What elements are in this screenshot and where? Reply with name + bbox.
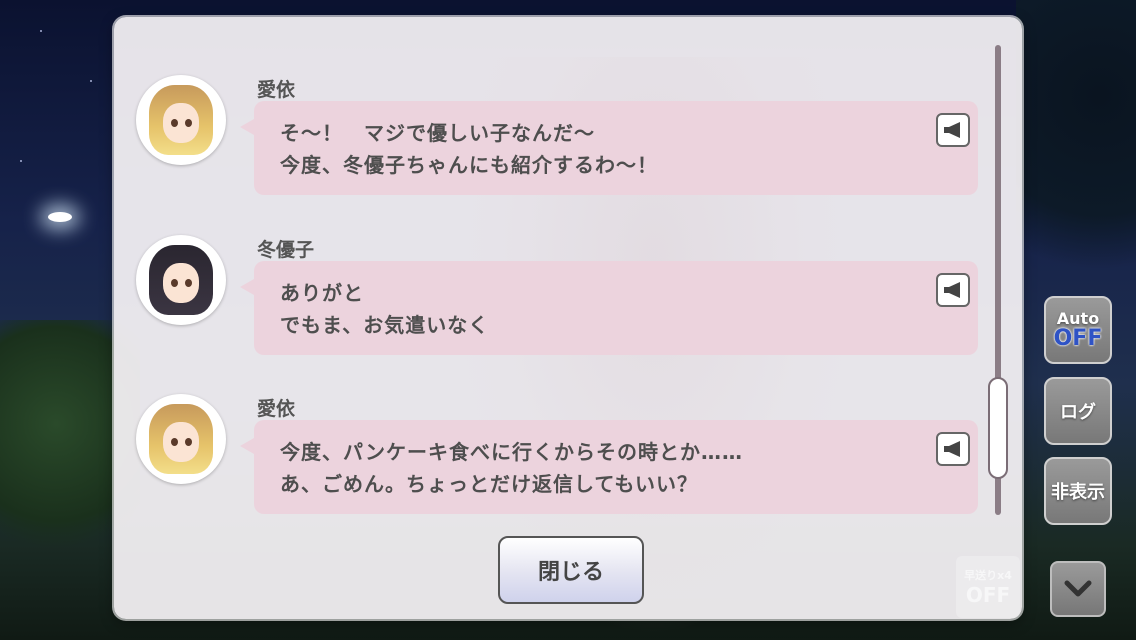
hide-button[interactable]: 非表示 [1044, 457, 1112, 525]
chevron-down-icon [1064, 580, 1092, 597]
message-log-panel: 愛依 そ～！ マジで優しい子なんだ～ 今度、冬優子ちゃんにも紹介するわ～！ 冬優… [114, 17, 1022, 637]
avatar-aoi [136, 75, 226, 165]
star [90, 80, 92, 82]
speech-bubble: 今度、パンケーキ食べに行くからその時とか…… あ、ごめん。ちょっとだけ返信しても… [240, 420, 978, 514]
log-label: ログ [1060, 402, 1096, 423]
log-entry: 愛依 今度、パンケーキ食べに行くからその時とか…… あ、ごめん。ちょっとだけ返信… [136, 394, 978, 518]
star [40, 30, 42, 32]
avatar-aoi [136, 394, 226, 484]
speaker-icon [944, 122, 960, 138]
hide-label: 非表示 [1051, 482, 1105, 503]
voice-replay-button[interactable] [936, 113, 970, 147]
log-button[interactable]: ログ [1044, 377, 1112, 445]
speaker-icon [944, 282, 960, 298]
speech-bubble: ありがと でもま、お気遣いなく [240, 261, 978, 355]
scrollbar-thumb[interactable] [988, 377, 1008, 479]
dialogue-line: でもま、お気遣いなく [280, 313, 490, 337]
dialogue-line: そ～！ マジで優しい子なんだ～ [280, 121, 595, 145]
dialogue-line: 今度、パンケーキ食べに行くからその時とか…… [280, 440, 743, 464]
log-entry: 冬優子 ありがと でもま、お気遣いなく [136, 235, 978, 359]
dialogue-line: あ、ごめん。ちょっとだけ返信してもいい？ [280, 472, 698, 496]
voice-replay-button[interactable] [936, 432, 970, 466]
speech-bubble: そ～！ マジで優しい子なんだ～ 今度、冬優子ちゃんにも紹介するわ～！ [240, 101, 978, 195]
dialogue-line: 今度、冬優子ちゃんにも紹介するわ～！ [280, 153, 658, 177]
star [20, 160, 22, 162]
speaker-name: 冬優子 [257, 239, 315, 261]
close-button[interactable]: 閉じる [498, 536, 644, 604]
streetlight [48, 212, 72, 222]
scroll-down-button[interactable] [1050, 561, 1106, 617]
dialogue-line: ありがと [280, 281, 364, 305]
auto-state: OFF [1053, 326, 1103, 351]
voice-replay-button[interactable] [936, 273, 970, 307]
speaker-name: 愛依 [257, 398, 296, 420]
leaves-silhouette [1016, 0, 1136, 320]
auto-button[interactable]: Auto OFF [1044, 296, 1112, 364]
speed-state: OFF [965, 583, 1011, 607]
speaker-name: 愛依 [257, 79, 296, 101]
speed-label: 早送りx4 [964, 569, 1012, 582]
avatar-fuyuko [136, 235, 226, 325]
log-entry: 愛依 そ～！ マジで優しい子なんだ～ 今度、冬優子ちゃんにも紹介するわ～！ [136, 75, 978, 199]
fast-forward-button[interactable]: 早送りx4 OFF [956, 556, 1020, 618]
speaker-icon [944, 441, 960, 457]
